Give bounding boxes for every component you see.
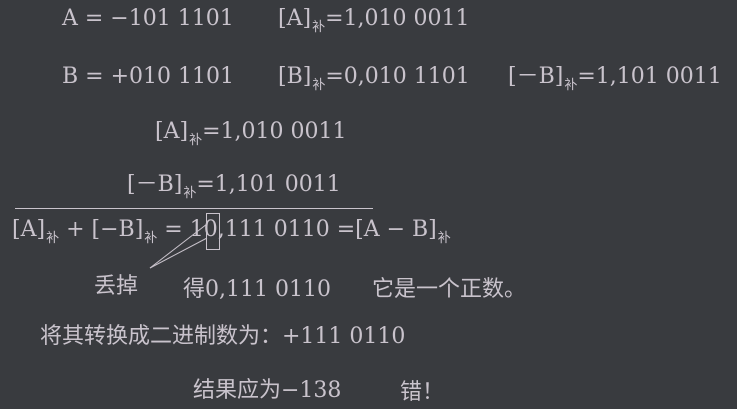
- discard-label: 丢掉: [94, 274, 139, 299]
- expected-result: 结果应为−138: [193, 378, 342, 403]
- binary-conversion: 将其转换成二进制数为：+111 0110: [40, 324, 406, 349]
- result-positive-note: 它是一个正数。: [372, 277, 527, 302]
- result-value: 得0,111 0110: [183, 277, 331, 302]
- error-mark: 错！: [400, 380, 445, 405]
